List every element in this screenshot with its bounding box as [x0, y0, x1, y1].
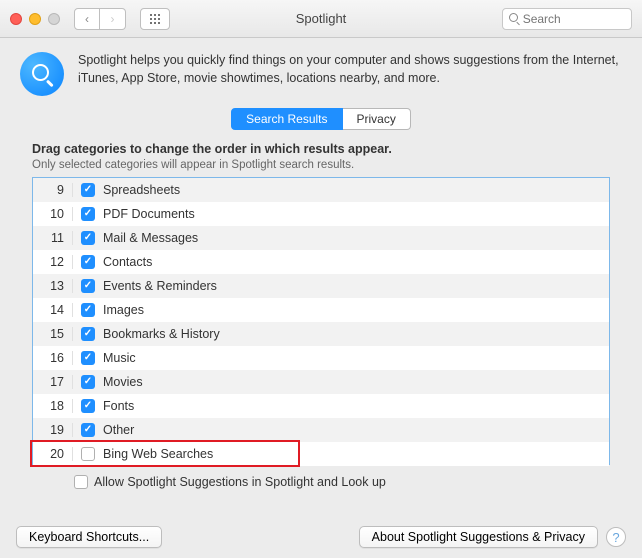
category-label: Mail & Messages: [103, 231, 198, 245]
category-label: Images: [103, 303, 144, 317]
chevron-right-icon: ›: [111, 12, 115, 26]
row-number: 12: [33, 255, 73, 269]
row-number: 10: [33, 207, 73, 221]
category-list[interactable]: 9 Spreadsheets 10 PDF Documents 11 Mail & Mes…: [32, 177, 610, 465]
allow-suggestions-label: Allow Spotlight Suggestions in Spotlight…: [94, 475, 386, 489]
category-row[interactable]: 17 Movies: [33, 370, 609, 394]
header-description: Spotlight helps you quickly find things …: [78, 52, 622, 87]
tab-bar: Search Results Privacy: [0, 108, 642, 130]
allow-suggestions-row[interactable]: Allow Spotlight Suggestions in Spotlight…: [74, 475, 610, 489]
category-checkbox[interactable]: [81, 327, 95, 341]
tab-search-results[interactable]: Search Results: [231, 108, 342, 130]
category-checkbox[interactable]: [81, 351, 95, 365]
category-label: Other: [103, 423, 134, 437]
category-row[interactable]: 15 Bookmarks & History: [33, 322, 609, 346]
row-number: 15: [33, 327, 73, 341]
row-number: 11: [33, 231, 73, 245]
category-row[interactable]: 18 Fonts: [33, 394, 609, 418]
grid-icon: [149, 13, 161, 25]
category-label: Bookmarks & History: [103, 327, 220, 341]
category-checkbox[interactable]: [81, 375, 95, 389]
row-number: 17: [33, 375, 73, 389]
category-row[interactable]: 11 Mail & Messages: [33, 226, 609, 250]
category-label: Bing Web Searches: [103, 447, 213, 461]
zoom-icon[interactable]: [48, 13, 60, 25]
show-all-button[interactable]: [140, 8, 170, 30]
allow-suggestions-checkbox[interactable]: [74, 475, 88, 489]
row-number: 18: [33, 399, 73, 413]
category-label: Music: [103, 351, 136, 365]
keyboard-shortcuts-button[interactable]: Keyboard Shortcuts...: [16, 526, 162, 548]
header: Spotlight helps you quickly find things …: [0, 38, 642, 104]
category-checkbox[interactable]: [81, 231, 95, 245]
main-panel: Drag categories to change the order in w…: [0, 142, 642, 489]
titlebar: ‹ › Spotlight: [0, 0, 642, 38]
category-label: Spreadsheets: [103, 183, 180, 197]
category-label: Contacts: [103, 255, 152, 269]
category-row[interactable]: 9 Spreadsheets: [33, 178, 609, 202]
category-row[interactable]: 10 PDF Documents: [33, 202, 609, 226]
category-row[interactable]: 16 Music: [33, 346, 609, 370]
category-checkbox[interactable]: [81, 279, 95, 293]
chevron-left-icon: ‹: [85, 12, 89, 26]
category-label: Events & Reminders: [103, 279, 217, 293]
instruction-bold: Drag categories to change the order in w…: [32, 142, 610, 156]
category-list-wrap: 9 Spreadsheets 10 PDF Documents 11 Mail & Mes…: [32, 177, 610, 465]
row-number: 9: [33, 183, 73, 197]
category-row[interactable]: 13 Events & Reminders: [33, 274, 609, 298]
back-button[interactable]: ‹: [74, 8, 100, 30]
search-icon: [509, 13, 519, 24]
category-checkbox[interactable]: [81, 255, 95, 269]
nav-buttons: ‹ ›: [74, 8, 126, 30]
category-checkbox[interactable]: [81, 423, 95, 437]
category-row[interactable]: 19 Other: [33, 418, 609, 442]
category-label: PDF Documents: [103, 207, 195, 221]
tab-privacy[interactable]: Privacy: [343, 108, 411, 130]
search-input[interactable]: [523, 12, 625, 26]
row-number: 16: [33, 351, 73, 365]
category-checkbox[interactable]: [81, 303, 95, 317]
category-row[interactable]: 20 Bing Web Searches: [33, 442, 609, 466]
about-button[interactable]: About Spotlight Suggestions & Privacy: [359, 526, 598, 548]
row-number: 20: [33, 447, 73, 461]
magnifier-icon: [31, 63, 53, 85]
help-button[interactable]: ?: [606, 527, 626, 547]
category-row[interactable]: 12 Contacts: [33, 250, 609, 274]
category-checkbox[interactable]: [81, 399, 95, 413]
window-controls: [10, 13, 60, 25]
close-icon[interactable]: [10, 13, 22, 25]
category-checkbox[interactable]: [81, 447, 95, 461]
forward-button: ›: [100, 8, 126, 30]
footer: Keyboard Shortcuts... About Spotlight Su…: [0, 526, 642, 548]
spotlight-icon: [20, 52, 64, 96]
search-input-wrap[interactable]: [502, 8, 632, 30]
row-number: 19: [33, 423, 73, 437]
row-number: 13: [33, 279, 73, 293]
category-label: Fonts: [103, 399, 134, 413]
category-row[interactable]: 14 Images: [33, 298, 609, 322]
row-number: 14: [33, 303, 73, 317]
instruction-sub: Only selected categories will appear in …: [32, 159, 610, 171]
minimize-icon[interactable]: [29, 13, 41, 25]
category-label: Movies: [103, 375, 143, 389]
category-checkbox[interactable]: [81, 183, 95, 197]
category-checkbox[interactable]: [81, 207, 95, 221]
